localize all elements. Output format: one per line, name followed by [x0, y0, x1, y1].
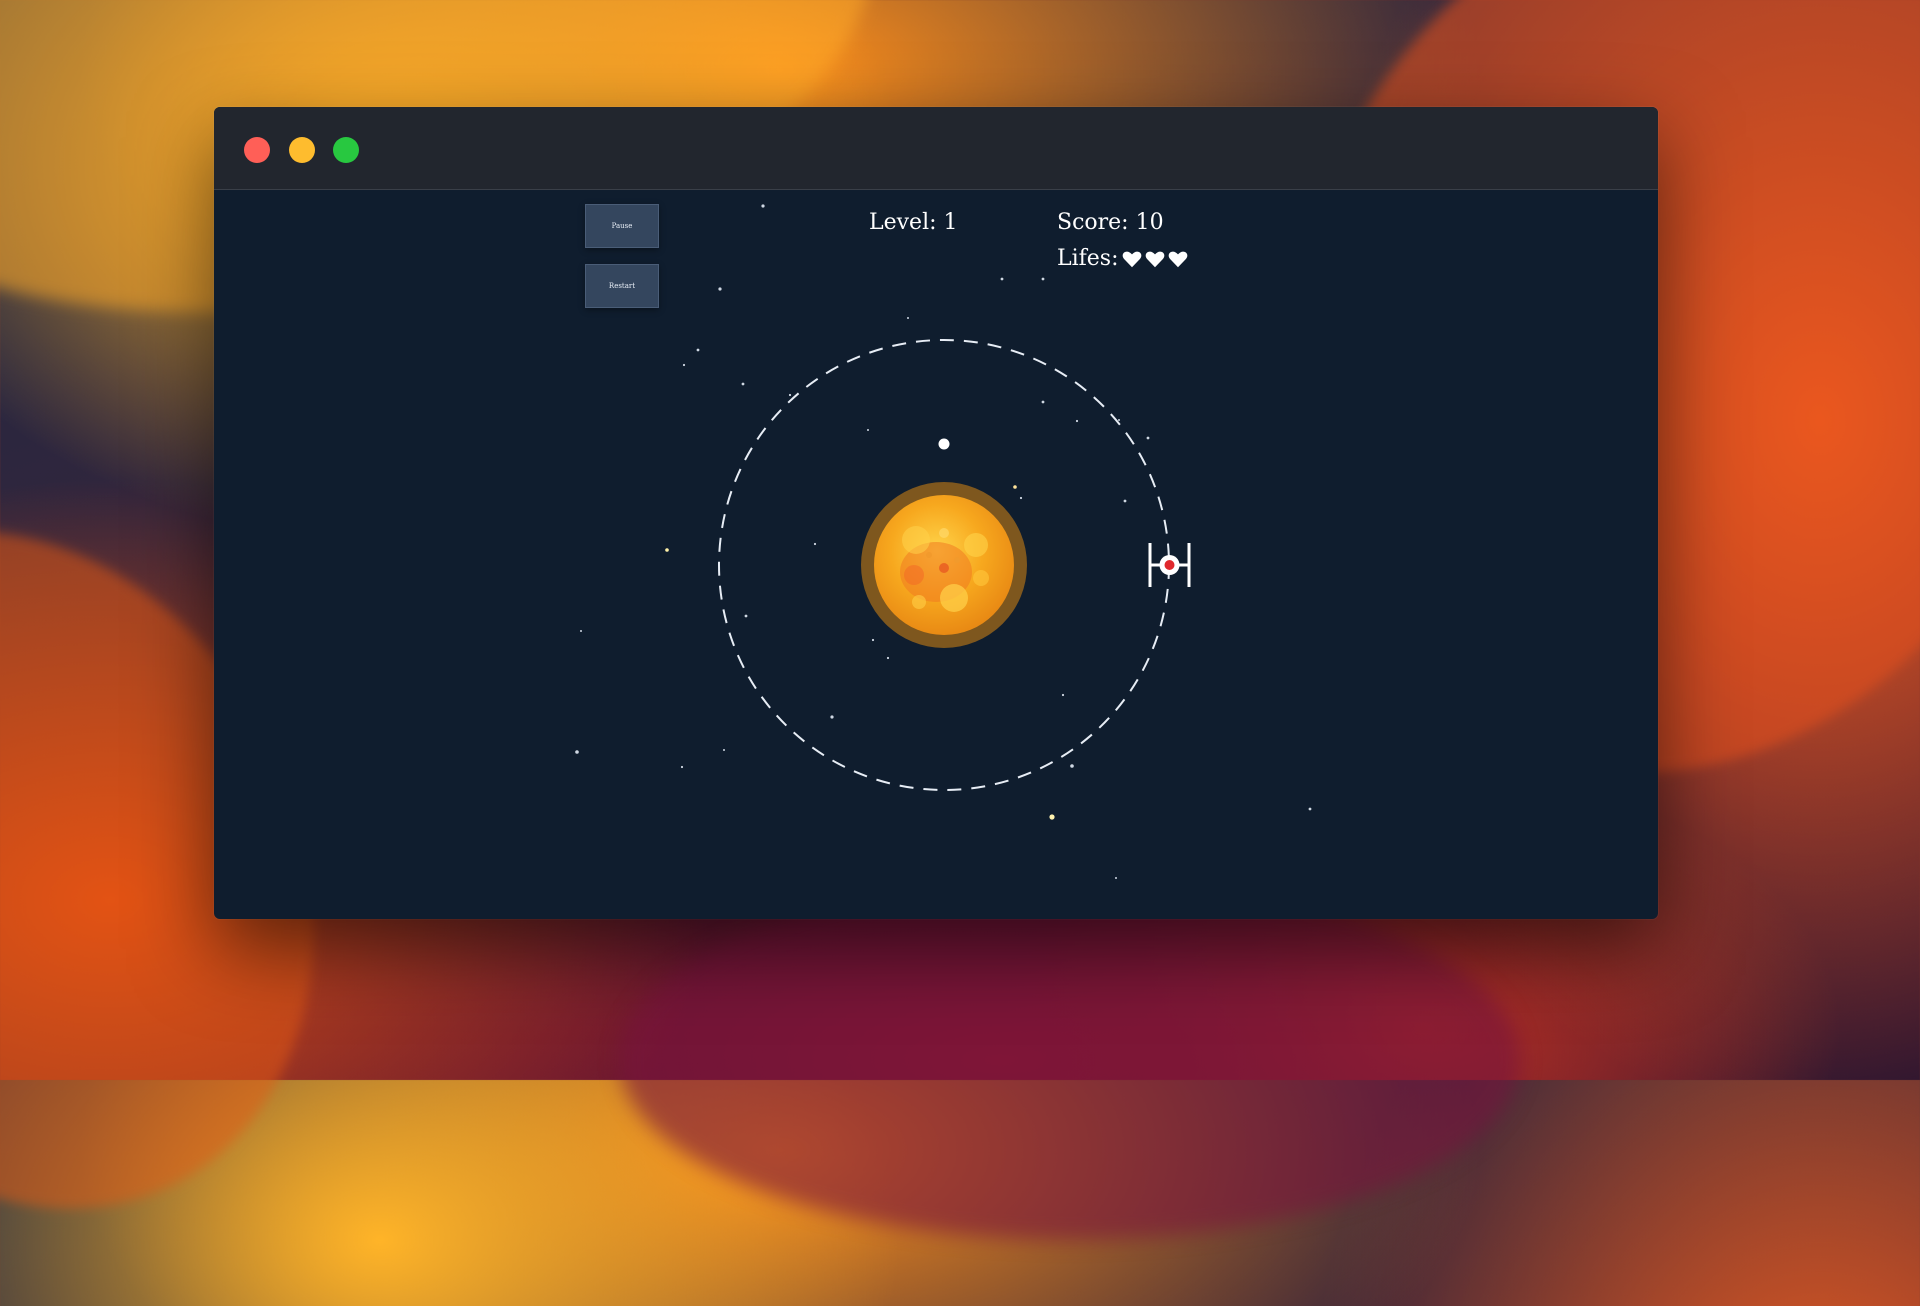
- star: [1308, 807, 1312, 811]
- level-value: 1: [943, 210, 958, 235]
- zoom-window-button[interactable]: [333, 137, 359, 163]
- star: [788, 393, 792, 397]
- star: [580, 630, 582, 632]
- star: [665, 548, 669, 552]
- score-display: Score: 10: [1057, 210, 1164, 235]
- score-value: 10: [1135, 210, 1164, 235]
- level-display: Level: 1: [869, 210, 958, 235]
- star: [718, 287, 722, 291]
- tie-fighter-icon[interactable]: [1148, 543, 1191, 587]
- star: [871, 638, 875, 642]
- star: [830, 715, 834, 719]
- star: [723, 749, 725, 751]
- star: [813, 542, 817, 546]
- lifes-label: Lifes:: [1057, 246, 1119, 271]
- star: [1146, 436, 1150, 440]
- star: [1075, 419, 1079, 423]
- game-canvas[interactable]: Pause Restart Level: 1 Score: 10 Lifes:: [214, 190, 1658, 919]
- star: [761, 204, 765, 208]
- close-window-button[interactable]: [244, 137, 270, 163]
- heart-icon: [1168, 251, 1187, 267]
- star: [744, 614, 748, 618]
- app-window: Pause Restart Level: 1 Score: 10 Lifes:: [214, 107, 1658, 919]
- heart-icon: [1145, 251, 1164, 267]
- star: [682, 363, 686, 367]
- sun-icon: [874, 495, 1014, 635]
- star: [1049, 814, 1055, 820]
- star: [1041, 277, 1045, 281]
- lifes-hearts: [1121, 248, 1190, 270]
- star: [1115, 877, 1117, 879]
- star: [907, 317, 909, 319]
- score-label: Score:: [1057, 210, 1129, 235]
- star: [867, 429, 869, 431]
- star: [1041, 400, 1045, 404]
- lifes-display: Lifes:: [1057, 246, 1190, 271]
- star: [1013, 485, 1017, 489]
- star: [1000, 277, 1004, 281]
- wallpaper-wave: [620, 880, 1520, 1240]
- star: [741, 382, 745, 386]
- star: [1070, 764, 1074, 768]
- level-label: Level:: [869, 210, 937, 235]
- star: [886, 656, 890, 660]
- space-scene: [575, 204, 1312, 879]
- pause-button[interactable]: Pause: [585, 204, 659, 248]
- ball-icon: [938, 438, 950, 450]
- star: [680, 765, 684, 769]
- restart-button[interactable]: Restart: [585, 264, 659, 308]
- star: [1061, 693, 1065, 697]
- star: [696, 348, 700, 352]
- star: [1019, 496, 1023, 500]
- minimize-window-button[interactable]: [289, 137, 315, 163]
- star: [1123, 499, 1127, 503]
- heart-icon: [1122, 251, 1141, 267]
- title-bar: [214, 107, 1658, 190]
- star: [1118, 419, 1120, 421]
- star: [575, 750, 579, 754]
